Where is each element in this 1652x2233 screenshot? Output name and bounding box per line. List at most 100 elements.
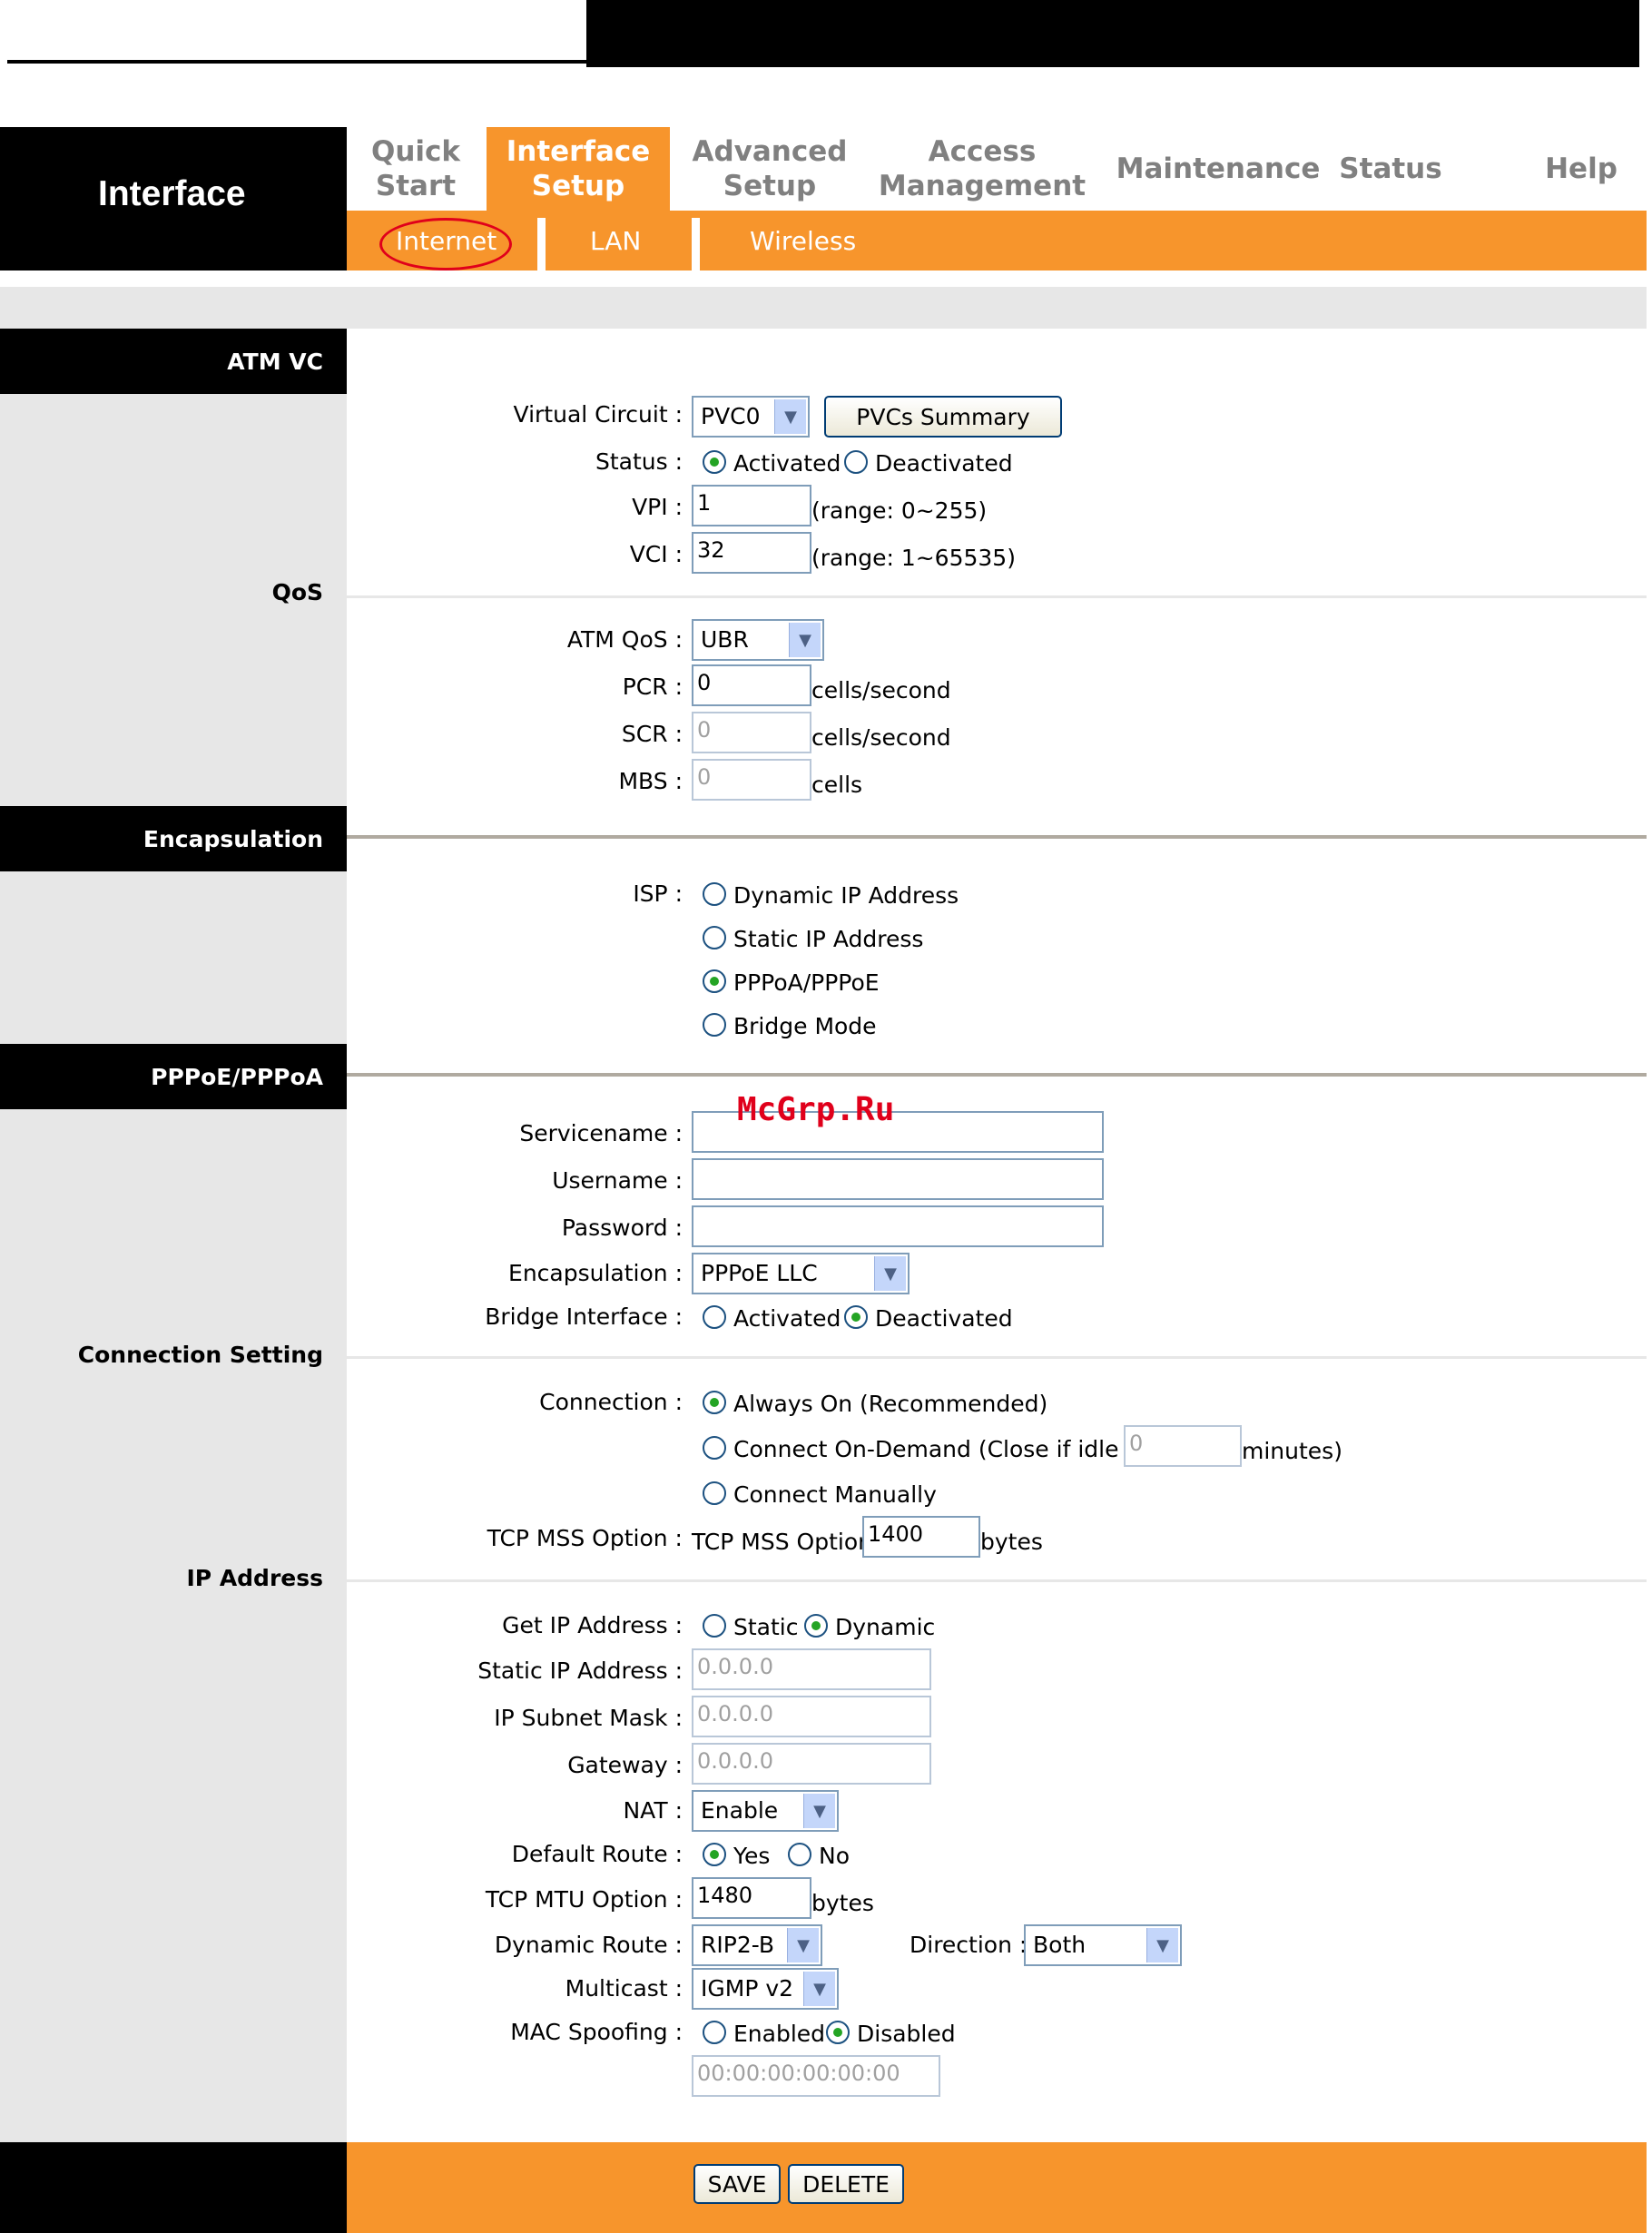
direction-label: Direction :: [910, 1932, 1028, 1958]
page-title: Interface: [98, 174, 246, 213]
mac-spoofing-label: MAC Spoofing :: [510, 2019, 683, 2045]
default-route-no-radio[interactable]: [788, 1843, 811, 1866]
bridge-deactivated-radio[interactable]: [844, 1305, 868, 1329]
connection-manual-radio[interactable]: [703, 1481, 726, 1505]
mac-disabled-radio[interactable]: [826, 2021, 850, 2044]
subtab-lan[interactable]: LAN: [590, 211, 641, 271]
bridge-interface-label: Bridge Interface :: [485, 1303, 683, 1330]
topbar-edge: [1639, 0, 1652, 67]
encapsulation-value: PPPoE LLC: [701, 1260, 818, 1286]
footer-left: [0, 2142, 347, 2233]
connection-on-demand-radio[interactable]: [703, 1436, 726, 1460]
idle-minutes-input[interactable]: 0: [1124, 1425, 1242, 1467]
get-ip-label: Get IP Address :: [502, 1612, 683, 1638]
topbar-divider: [7, 60, 586, 64]
direction-select[interactable]: Both ▼: [1024, 1924, 1182, 1966]
topbar-banner: [586, 0, 1652, 67]
connection-on-demand-text: Connect On-Demand (Close if idle for: [733, 1436, 1157, 1462]
bridge-activated-radio[interactable]: [703, 1305, 726, 1329]
mac-address-input[interactable]: 00:00:00:00:00:00: [692, 2055, 940, 2097]
multicast-select[interactable]: IGMP v2 ▼: [692, 1968, 839, 2010]
dynamic-route-label: Dynamic Route :: [494, 1932, 683, 1958]
username-input[interactable]: [692, 1158, 1104, 1200]
watermark: McGrp.Ru: [737, 1091, 895, 1128]
vpi-range: (range: 0~255): [811, 497, 988, 524]
tab-quick-start[interactable]: Quick Start: [347, 127, 485, 211]
tcp-mtu-input[interactable]: 1480: [692, 1877, 811, 1919]
tcp-mss-unit: bytes: [980, 1529, 1043, 1555]
multicast-value: IGMP v2: [701, 1975, 794, 2002]
mbs-label: MBS :: [618, 768, 683, 794]
mac-enabled-radio[interactable]: [703, 2021, 726, 2044]
tab-access-management[interactable]: Access Management: [864, 127, 1100, 211]
tab-help[interactable]: Help: [1527, 127, 1636, 211]
subtab-wireless[interactable]: Wireless: [750, 211, 856, 271]
servicename-label: Servicename :: [519, 1120, 683, 1146]
divider: [347, 835, 1647, 839]
tab-maintenance[interactable]: Maintenance: [1109, 127, 1327, 211]
isp-dynamic-text: Dynamic IP Address: [733, 882, 959, 909]
isp-bridge-radio[interactable]: [703, 1013, 726, 1037]
virtual-circuit-select[interactable]: PVC0 ▼: [692, 396, 810, 438]
subnet-mask-input[interactable]: 0.0.0.0: [692, 1696, 931, 1737]
divider: [347, 595, 1647, 598]
get-ip-static-radio[interactable]: [703, 1614, 726, 1638]
encapsulation-label: Encapsulation :: [508, 1260, 683, 1286]
chevron-down-icon: ▼: [789, 623, 821, 657]
isp-dynamic-radio[interactable]: [703, 882, 726, 906]
chevron-down-icon: ▼: [874, 1256, 906, 1291]
scr-input[interactable]: 0: [692, 712, 811, 753]
gateway-label: Gateway :: [567, 1752, 683, 1778]
pcr-unit: cells/second: [811, 677, 951, 703]
password-input[interactable]: [692, 1205, 1104, 1247]
direction-value: Both: [1033, 1932, 1087, 1958]
nat-label: NAT :: [623, 1797, 683, 1824]
mbs-unit: cells: [811, 772, 863, 798]
atm-qos-select[interactable]: UBR ▼: [692, 619, 824, 661]
tab-advanced-setup[interactable]: Advanced Setup: [675, 127, 864, 211]
nat-select[interactable]: Enable ▼: [692, 1790, 839, 1832]
pcr-input[interactable]: 0: [692, 664, 811, 706]
isp-bridge-text: Bridge Mode: [733, 1013, 877, 1039]
connection-always-on-radio[interactable]: [703, 1391, 726, 1414]
mac-enabled-text: Enabled: [733, 2021, 826, 2047]
bridge-deactivated-text: Deactivated: [875, 1305, 1013, 1332]
connection-label: Connection :: [539, 1389, 683, 1415]
atm-qos-label: ATM QoS :: [566, 626, 683, 653]
pvcs-summary-button[interactable]: PVCs Summary: [824, 396, 1062, 438]
encapsulation-select[interactable]: PPPoE LLC ▼: [692, 1253, 910, 1294]
main-nav: Quick Start Interface Setup Advanced Set…: [347, 127, 1647, 211]
status-activated-text: Activated: [733, 450, 841, 477]
vci-label: VCI :: [629, 541, 683, 567]
status-label: Status :: [595, 448, 683, 475]
tab-interface-setup[interactable]: Interface Setup: [487, 127, 670, 211]
static-ip-input[interactable]: 0.0.0.0: [692, 1648, 931, 1690]
dynamic-route-select[interactable]: RIP2-B ▼: [692, 1924, 822, 1966]
divider: [347, 1579, 1647, 1582]
status-activated-radio[interactable]: [703, 450, 726, 474]
minutes-text: minutes): [1242, 1438, 1342, 1464]
connection-manual-text: Connect Manually: [733, 1481, 937, 1508]
scr-label: SCR :: [621, 721, 683, 747]
subnav-separator: [692, 218, 700, 271]
gateway-input[interactable]: 0.0.0.0: [692, 1743, 931, 1785]
isp-pppoe-radio[interactable]: [703, 969, 726, 993]
vci-input[interactable]: 32: [692, 532, 811, 574]
delete-button[interactable]: DELETE: [788, 2164, 904, 2204]
tab-status[interactable]: Status: [1327, 127, 1454, 211]
vpi-input[interactable]: 1: [692, 485, 811, 526]
isp-static-radio[interactable]: [703, 926, 726, 949]
tcp-mtu-label: TCP MTU Option :: [485, 1886, 683, 1913]
atm-qos-value: UBR: [701, 626, 749, 653]
footer-bar: SAVE DELETE: [347, 2142, 1647, 2233]
get-ip-dynamic-radio[interactable]: [804, 1614, 828, 1638]
chevron-down-icon: ▼: [1146, 1928, 1178, 1962]
default-route-yes-radio[interactable]: [703, 1843, 726, 1866]
get-ip-dynamic-text: Dynamic: [835, 1614, 936, 1640]
tcp-mss-input[interactable]: 1400: [862, 1516, 980, 1558]
default-route-no-text: No: [819, 1843, 850, 1869]
connection-always-on-text: Always On (Recommended): [733, 1391, 1048, 1417]
mbs-input[interactable]: 0: [692, 759, 811, 801]
save-button[interactable]: SAVE: [693, 2164, 781, 2204]
status-deactivated-radio[interactable]: [844, 450, 868, 474]
